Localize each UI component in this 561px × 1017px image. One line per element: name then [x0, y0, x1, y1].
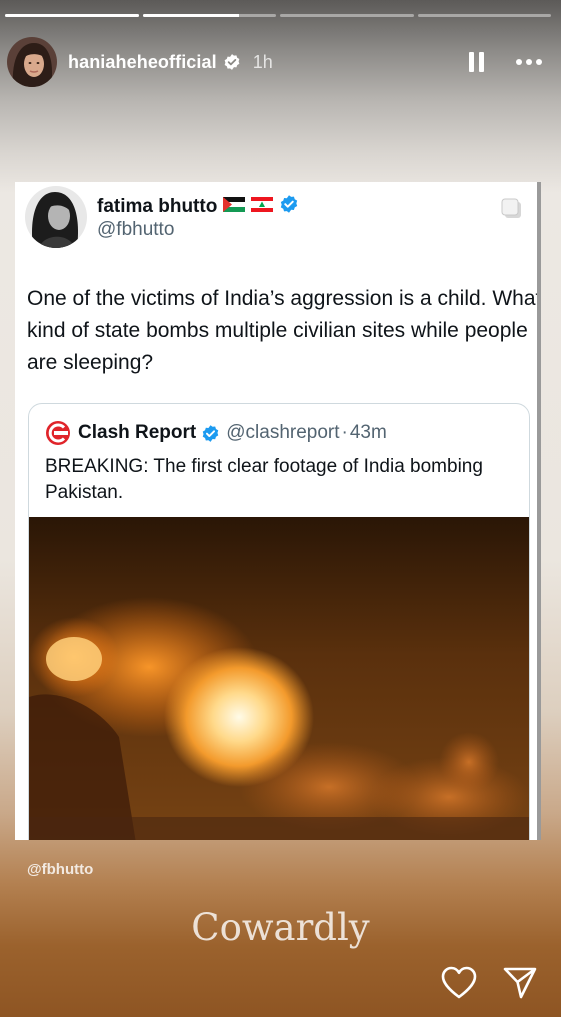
progress-segment: [5, 14, 139, 17]
tweet-author-name-text: fatima bhutto: [97, 196, 218, 217]
palestine-flag-icon: [223, 196, 246, 218]
progress-segment: [417, 14, 551, 17]
tweet-author-handle: @fbhutto: [97, 219, 175, 240]
quoted-author-handle: @clashreport: [226, 422, 340, 443]
story-caption: Cowardly: [191, 906, 370, 949]
verified-badge-icon: [201, 424, 220, 443]
tweet-author-name: fatima bhutto: [97, 194, 299, 220]
username[interactable]: haniaheheofficial: [68, 52, 217, 73]
story-time: 1h: [252, 51, 273, 72]
mention-sticker[interactable]: @fbhutto: [27, 861, 93, 878]
quoted-time: 43m: [349, 422, 387, 443]
avatar[interactable]: [7, 37, 57, 87]
quoted-author-name: Clash Report: [78, 422, 197, 443]
pause-icon[interactable]: [461, 47, 491, 77]
tweet-text: One of the victims of India’s aggression…: [27, 287, 541, 374]
quoted-tweet: Clash Report @clashreport · 43m BREAKING…: [28, 403, 530, 840]
story-progress-bar: [5, 14, 551, 17]
progress-segment: [280, 14, 414, 17]
more-icon[interactable]: [509, 47, 549, 77]
heart-icon[interactable]: [441, 966, 477, 1000]
clash-report-logo: [45, 420, 71, 446]
send-icon[interactable]: [502, 966, 538, 1000]
quoted-tweet-text: BREAKING: The first clear footage of Ind…: [45, 456, 483, 503]
story-header: haniaheheofficial 1h: [7, 36, 549, 88]
progress-segment: [142, 14, 276, 17]
quoted-tweet-header: Clash Report @clashreport · 43m: [45, 420, 387, 446]
lebanon-flag-icon: [251, 196, 274, 218]
verified-badge-icon: [223, 53, 241, 71]
explosion-footage-image: [29, 517, 529, 840]
quoted-separator: ·: [341, 422, 348, 443]
shared-tweet-card[interactable]: fatima bhutto @fbhutto One of the victim…: [15, 182, 541, 840]
tweet-author-avatar: [25, 186, 87, 248]
verified-badge-icon: [279, 194, 299, 220]
copy-icon: [501, 198, 523, 220]
